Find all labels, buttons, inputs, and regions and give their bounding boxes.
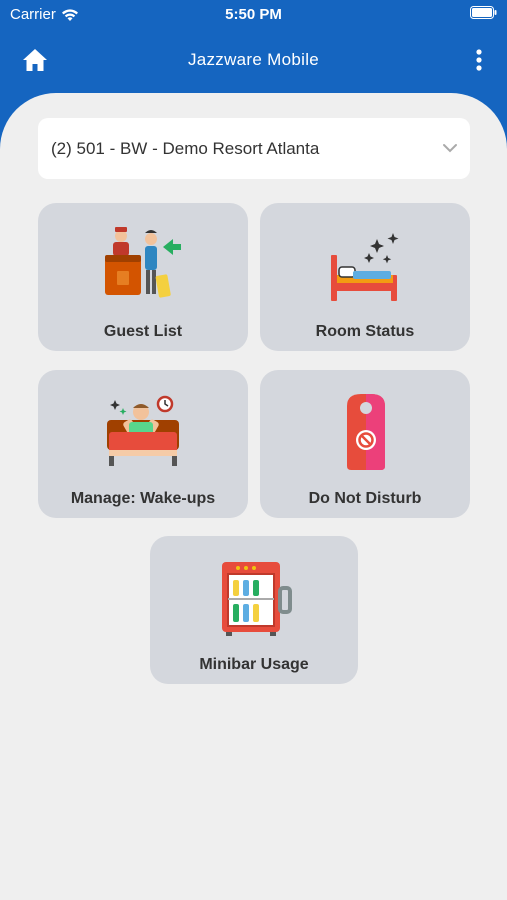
guest-list-tile[interactable]: Guest List [38,203,248,351]
battery-icon [470,6,497,19]
room-status-label: Room Status [315,323,415,340]
more-vertical-icon[interactable] [469,46,489,74]
status-time: 5:50 PM [225,6,282,23]
door-hanger-icon [347,394,385,470]
room-status-tile[interactable]: Room Status [260,203,470,351]
wake-ups-tile[interactable]: Manage: Wake-ups [38,370,248,518]
clean-bed-icon [331,233,399,301]
guest-list-label: Guest List [103,323,183,340]
minibar-usage-tile[interactable]: Minibar Usage [150,536,358,684]
app-title: Jazzware Mobile [187,50,320,69]
bellhop-guest-icon [105,227,181,298]
nav-bar: Jazzware Mobile [0,40,507,80]
chevron-down-icon [443,144,457,153]
status-bar: Carrier 5:50 PM [0,0,507,30]
do-not-disturb-label: Do Not Disturb [308,490,422,507]
wake-up-icon [107,395,179,466]
minibar-usage-label: Minibar Usage [199,656,309,673]
property-selector-value: (2) 501 - BW - Demo Resort Atlanta [51,138,320,158]
property-selector[interactable]: (2) 501 - BW - Demo Resort Atlanta [38,118,470,179]
minibar-fridge-icon [222,562,292,636]
wake-ups-label: Manage: Wake-ups [70,490,216,507]
do-not-disturb-tile[interactable]: Do Not Disturb [260,370,470,518]
main-content: (2) 501 - BW - Demo Resort Atlanta Guest… [0,93,507,900]
